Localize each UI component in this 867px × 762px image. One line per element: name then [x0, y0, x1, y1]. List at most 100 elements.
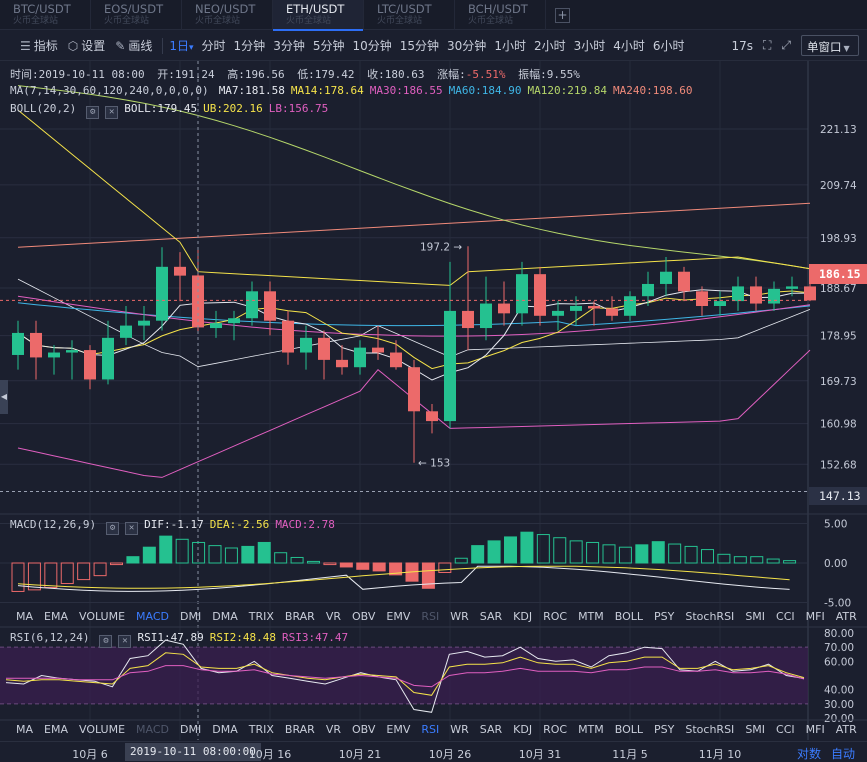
- candle-body: [300, 337, 312, 353]
- macd-histogram-bar: [44, 562, 58, 588]
- candle-body: [714, 301, 726, 306]
- candle-body: [786, 286, 798, 289]
- indicator-tab-dmi[interactable]: DMI: [180, 723, 201, 741]
- y-axis-tick-label: 209.74: [820, 180, 857, 192]
- indicator-tab-emv[interactable]: EMV: [386, 610, 410, 628]
- ma-value: MA60:184.90: [448, 84, 522, 97]
- indicator-tab-rsi[interactable]: RSI: [421, 610, 439, 628]
- date-tick-label: 10月 6: [72, 748, 108, 761]
- candle-body: [174, 266, 186, 276]
- auto-scale-button[interactable]: 自动: [831, 745, 855, 762]
- rsi-value: RSI3:47.47: [281, 631, 349, 644]
- rsi-value: RSI1:47.89: [137, 631, 204, 644]
- collapse-sidebar-icon[interactable]: ◀: [0, 380, 8, 414]
- indicator-tab-obv[interactable]: OBV: [352, 723, 375, 741]
- low-price-tag: 147.13: [809, 487, 867, 505]
- indicator-tab-sar[interactable]: SAR: [480, 610, 502, 628]
- indicator-tab-roc[interactable]: ROC: [543, 610, 567, 628]
- macd-histogram-bar: [586, 541, 600, 564]
- boll-title: BOLL(20,2): [10, 102, 80, 115]
- y-axis-tick-label: 169.73: [820, 376, 857, 388]
- high-annotation: 197.2 →: [420, 241, 462, 253]
- indicator-tab-mfi[interactable]: MFI: [806, 610, 825, 628]
- rsi-axis-tick-label: 40.00: [824, 685, 854, 697]
- indicator-tab-kdj[interactable]: KDJ: [513, 723, 532, 741]
- ma-value: MA14:178.64: [290, 84, 364, 97]
- indicator-tab-boll[interactable]: BOLL: [615, 723, 643, 741]
- macd-histogram-bar: [569, 540, 583, 564]
- indicator-tab-cci[interactable]: CCI: [776, 610, 795, 628]
- indicator-tab-smi[interactable]: SMI: [745, 723, 765, 741]
- macd-axis-tick-label: 5.00: [824, 519, 847, 531]
- indicator-tab-vr[interactable]: VR: [326, 723, 341, 741]
- indicator-tab-roc[interactable]: ROC: [543, 723, 567, 741]
- macd-histogram-bar: [241, 545, 255, 564]
- indicator-tab-macd[interactable]: MACD: [136, 610, 169, 628]
- indicator-tab-volume[interactable]: VOLUME: [79, 723, 125, 741]
- close-icon[interactable]: ✕: [105, 106, 119, 119]
- indicator-tab-dma[interactable]: DMA: [212, 723, 238, 741]
- indicator-tab-ma[interactable]: MA: [16, 610, 33, 628]
- indicator-tab-sar[interactable]: SAR: [480, 723, 502, 741]
- macd-value: DIF:-1.17: [144, 518, 204, 531]
- indicator-tab-vr[interactable]: VR: [326, 610, 341, 628]
- indicator-tab-trix[interactable]: TRIX: [249, 610, 274, 628]
- macd-histogram-bar: [602, 544, 616, 564]
- indicator-tab-atr[interactable]: ATR: [836, 723, 857, 741]
- rsi-title: RSI(6,12,24): [10, 631, 93, 644]
- indicator-tab-volume[interactable]: VOLUME: [79, 610, 125, 628]
- macd-histogram-bar: [487, 540, 501, 564]
- rsi-legend: RSI(6,12,24) ⚙ ✕ RSI1:47.89 RSI2:48.48 RSI3:4…: [10, 631, 354, 648]
- close-icon[interactable]: ✕: [125, 522, 139, 535]
- indicator-tab-brar[interactable]: BRAR: [285, 723, 315, 741]
- indicator-tab-ema[interactable]: EMA: [44, 723, 68, 741]
- indicator-tab-psy[interactable]: PSY: [654, 723, 674, 741]
- indicator-tab-psy[interactable]: PSY: [654, 610, 674, 628]
- macd-histogram-bar: [11, 562, 25, 592]
- indicator-tab-boll[interactable]: BOLL: [615, 610, 643, 628]
- ohlc-open: 开:191.24: [157, 68, 215, 81]
- settings-icon[interactable]: ⚙: [86, 106, 100, 119]
- indicator-tab-brar[interactable]: BRAR: [285, 610, 315, 628]
- indicator-tab-dmi[interactable]: DMI: [180, 610, 201, 628]
- indicator-tab-macd[interactable]: MACD: [136, 723, 169, 741]
- indicator-tab-wr[interactable]: WR: [450, 610, 469, 628]
- rsi-axis-tick-label: 30.00: [824, 699, 854, 711]
- macd-histogram-bar: [77, 562, 91, 581]
- candle-body: [750, 286, 762, 304]
- indicator-tab-emv[interactable]: EMV: [386, 723, 410, 741]
- indicator-tab-ema[interactable]: EMA: [44, 610, 68, 628]
- ma-value: MA240:198.60: [612, 84, 693, 97]
- indicator-tab-trix[interactable]: TRIX: [249, 723, 274, 741]
- y-axis-tick-label: 152.68: [820, 459, 857, 471]
- indicator-tab-atr[interactable]: ATR: [836, 610, 857, 628]
- indicator-tab-mfi[interactable]: MFI: [806, 723, 825, 741]
- indicator-tab-obv[interactable]: OBV: [352, 610, 375, 628]
- indicator-tab-wr[interactable]: WR: [450, 723, 469, 741]
- log-scale-button[interactable]: 对数: [797, 745, 821, 762]
- indicator-tab-kdj[interactable]: KDJ: [513, 610, 532, 628]
- macd-histogram-bar: [159, 535, 173, 564]
- indicator-tab-cci[interactable]: CCI: [776, 723, 795, 741]
- date-axis: 2019-10-11 08:00:00 对数 自动 10月 6 10月 16 10月…: [0, 741, 867, 762]
- candle-body: [588, 306, 600, 309]
- candle-body: [570, 306, 582, 311]
- macd-histogram-bar: [520, 531, 534, 564]
- indicator-tab-rsi[interactable]: RSI: [421, 723, 439, 741]
- boll-title-text: BOLL(20,2): [10, 102, 77, 115]
- macd-histogram-bar: [224, 547, 238, 564]
- macd-histogram-bar: [750, 556, 764, 564]
- indicator-tab-dma[interactable]: DMA: [212, 610, 238, 628]
- indicator-tab-stochrsi[interactable]: StochRSI: [685, 610, 734, 628]
- close-icon[interactable]: ✕: [118, 635, 132, 648]
- indicator-tab-mtm[interactable]: MTM: [578, 723, 604, 741]
- indicator-tab-mtm[interactable]: MTM: [578, 610, 604, 628]
- indicator-tab-stochrsi[interactable]: StochRSI: [685, 723, 734, 741]
- ma-value: MA120:219.84: [527, 84, 607, 97]
- settings-icon[interactable]: ⚙: [99, 635, 113, 648]
- settings-icon[interactable]: ⚙: [106, 522, 120, 535]
- candle-body: [660, 271, 672, 284]
- macd-axis-tick-label: -5.00: [824, 598, 851, 610]
- indicator-tab-smi[interactable]: SMI: [745, 610, 765, 628]
- indicator-tab-ma[interactable]: MA: [16, 723, 33, 741]
